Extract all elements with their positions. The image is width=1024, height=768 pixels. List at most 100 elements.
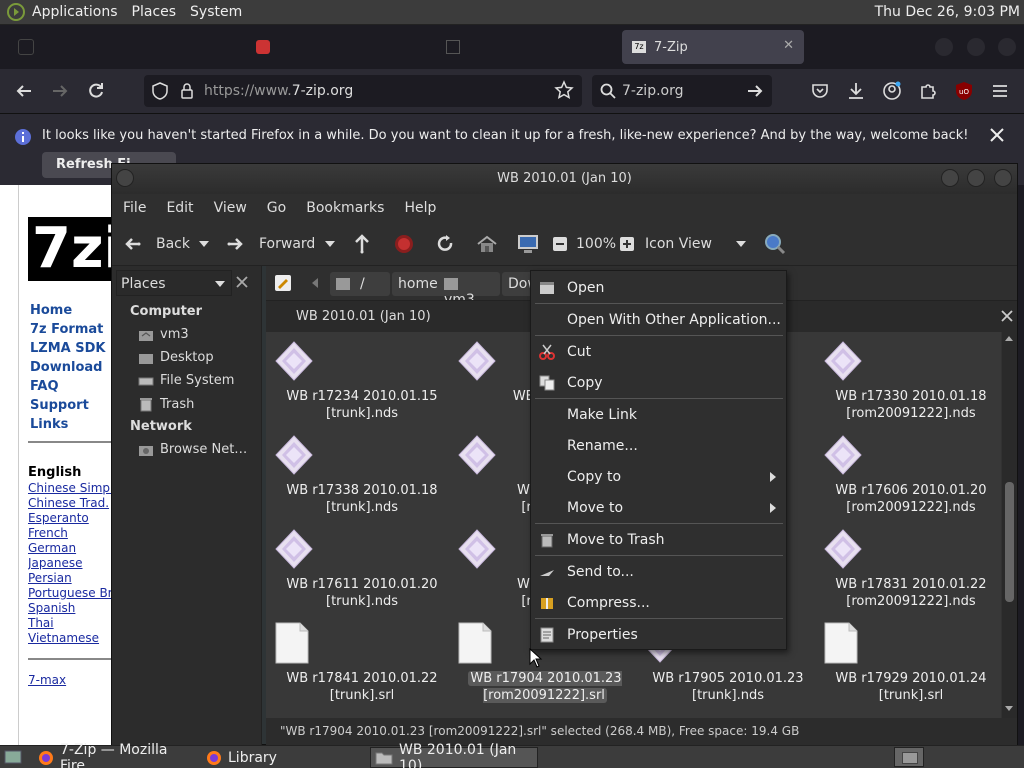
menu-file[interactable]: File [123, 200, 146, 216]
shield-icon[interactable] [152, 82, 168, 100]
nav-home[interactable]: Home [30, 303, 72, 318]
maximize-window-button[interactable] [967, 38, 985, 56]
menu-item-rename[interactable]: Rename... [531, 431, 786, 461]
scroll-up-arrow-icon[interactable] [1005, 336, 1013, 341]
clock[interactable]: Thu Dec 26, 9:03 PM [875, 4, 1020, 20]
window-menu-button[interactable] [116, 169, 134, 187]
sidebar-item-browse-network[interactable]: Browse Net… [138, 442, 247, 457]
lang-link[interactable]: Chinese Trad. [28, 496, 112, 510]
menu-item-move-to-trash[interactable]: Move to Trash [531, 525, 786, 555]
menu-item-make-link[interactable]: Make Link [531, 400, 786, 430]
menu-item-copy-to[interactable]: Copy to [531, 462, 786, 492]
close-sidebar-icon[interactable] [236, 276, 248, 288]
file-item[interactable]: WB r17611 2010.01.20 [trunk].nds [274, 528, 450, 610]
extensions-icon[interactable] [918, 81, 938, 101]
sidebar-item-trash[interactable]: Trash [138, 396, 194, 412]
close-notification-icon[interactable] [988, 126, 1006, 144]
back-icon[interactable] [122, 234, 142, 254]
file-item[interactable]: WB r17330 2010.01.18 [rom20091222].nds [823, 340, 999, 422]
taskbar-item-library[interactable]: Library [202, 747, 368, 768]
forward-arrow-icon[interactable] [50, 81, 70, 101]
menu-item-open-with[interactable]: Open With Other Application... [531, 305, 786, 335]
window-titlebar[interactable]: WB 2010.01 (Jan 10) [112, 164, 1017, 194]
nav-links[interactable]: Links [30, 417, 68, 432]
lang-link[interactable]: Esperanto [28, 511, 112, 525]
lang-link[interactable]: Persian [28, 571, 112, 585]
nav-7z-format[interactable]: 7z Format [30, 322, 103, 337]
lang-link[interactable]: Thai [28, 616, 112, 630]
lang-link[interactable]: Vietnamese [28, 631, 112, 645]
sidebar-selector[interactable]: Places [116, 270, 232, 296]
tab-7zip[interactable]: 7z 7-Zip ✕ [622, 30, 804, 64]
view-mode-select[interactable]: Icon View [645, 236, 712, 252]
nav-support[interactable]: Support [30, 398, 89, 413]
zoom-in-icon[interactable] [619, 236, 635, 252]
menu-item-copy[interactable]: Copy [531, 368, 786, 398]
home-icon[interactable] [476, 234, 498, 254]
tab-background-3[interactable] [436, 30, 616, 64]
search-bar[interactable]: 7-zip.org [592, 75, 772, 107]
menu-item-compress[interactable]: Compress... [531, 588, 786, 618]
show-desktop-icon[interactable] [4, 749, 22, 765]
sidebar-item-desktop[interactable]: Desktop [138, 350, 214, 365]
file-item[interactable]: WB r17841 2010.01.22 [trunk].srl [274, 622, 450, 704]
menu-item-open[interactable]: Open [531, 273, 786, 303]
close-tab-icon[interactable]: ✕ [783, 38, 794, 53]
url-bar[interactable]: https://www. 7-zip.org [144, 75, 582, 107]
breadcrumb-left-arrow-icon[interactable] [312, 278, 318, 288]
menu-item-properties[interactable]: Properties [531, 620, 786, 650]
stop-icon[interactable] [394, 234, 414, 254]
search-icon[interactable] [764, 233, 786, 255]
applications-menu[interactable]: Applications [32, 4, 118, 20]
menu-item-move-to[interactable]: Move to [531, 493, 786, 523]
nav-lzma-sdk[interactable]: LZMA SDK [30, 341, 105, 356]
taskbar-item-file-manager[interactable]: WB 2010.01 (Jan 10) [370, 742, 538, 768]
lang-link[interactable]: Chinese Simpl. [28, 481, 112, 495]
maximize-button[interactable] [967, 169, 985, 187]
scroll-down-arrow-icon[interactable] [1005, 706, 1013, 711]
close-pane-icon[interactable] [1001, 310, 1013, 322]
reload-icon[interactable] [435, 234, 455, 254]
computer-icon[interactable] [516, 233, 540, 255]
scrollbar-thumb[interactable] [1005, 482, 1014, 602]
places-menu[interactable]: Places [132, 4, 177, 20]
file-item[interactable]: WB r17606 2010.01.20 [rom20091222].nds [823, 434, 999, 516]
tab-background-2[interactable] [246, 30, 416, 64]
back-button[interactable]: Back [156, 236, 190, 252]
lang-link[interactable]: French [28, 526, 112, 540]
back-history-dropdown-icon[interactable] [199, 241, 209, 247]
menu-edit[interactable]: Edit [166, 200, 193, 216]
close-window-button[interactable] [998, 38, 1016, 56]
minimize-button[interactable] [941, 169, 959, 187]
tab-background-1[interactable] [8, 30, 208, 64]
bookmark-star-icon[interactable] [554, 80, 574, 100]
breadcrumb-vm3[interactable]: vm3 [438, 272, 500, 308]
menu-help[interactable]: Help [404, 200, 436, 216]
forward-history-dropdown-icon[interactable] [325, 241, 335, 247]
menu-view[interactable]: View [214, 200, 247, 216]
edit-location-icon[interactable] [274, 274, 292, 292]
file-item[interactable]: WB r17338 2010.01.18 [trunk].nds [274, 434, 450, 516]
account-icon[interactable] [882, 81, 902, 101]
sidebar-item-vm3[interactable]: vm3 [138, 327, 189, 342]
minimize-window-button[interactable] [935, 38, 953, 56]
forward-icon[interactable] [226, 234, 246, 254]
close-button[interactable] [994, 169, 1012, 187]
file-item[interactable]: WB r17234 2010.01.15 [trunk].nds [274, 340, 450, 422]
gnome-foot-icon[interactable] [6, 2, 26, 22]
taskbar-item-firefox[interactable]: 7-Zip — Mozilla Fire… [34, 742, 200, 768]
breadcrumb-home[interactable]: home [392, 272, 444, 296]
lang-link[interactable]: Portuguese Br. [28, 586, 112, 600]
workspace-switcher[interactable] [894, 747, 924, 767]
downloads-icon[interactable] [846, 81, 866, 101]
back-arrow-icon[interactable] [14, 81, 34, 101]
reload-icon[interactable] [86, 81, 106, 101]
lang-link[interactable]: Japanese [28, 556, 112, 570]
nav-download[interactable]: Download [30, 360, 102, 375]
lock-icon[interactable] [180, 83, 194, 99]
breadcrumb-root[interactable]: / [330, 272, 390, 296]
sidebar-item-file-system[interactable]: File System [138, 373, 234, 388]
view-mode-dropdown-icon[interactable] [736, 241, 746, 247]
menu-go[interactable]: Go [267, 200, 286, 216]
zoom-level[interactable]: 100% [576, 236, 616, 252]
